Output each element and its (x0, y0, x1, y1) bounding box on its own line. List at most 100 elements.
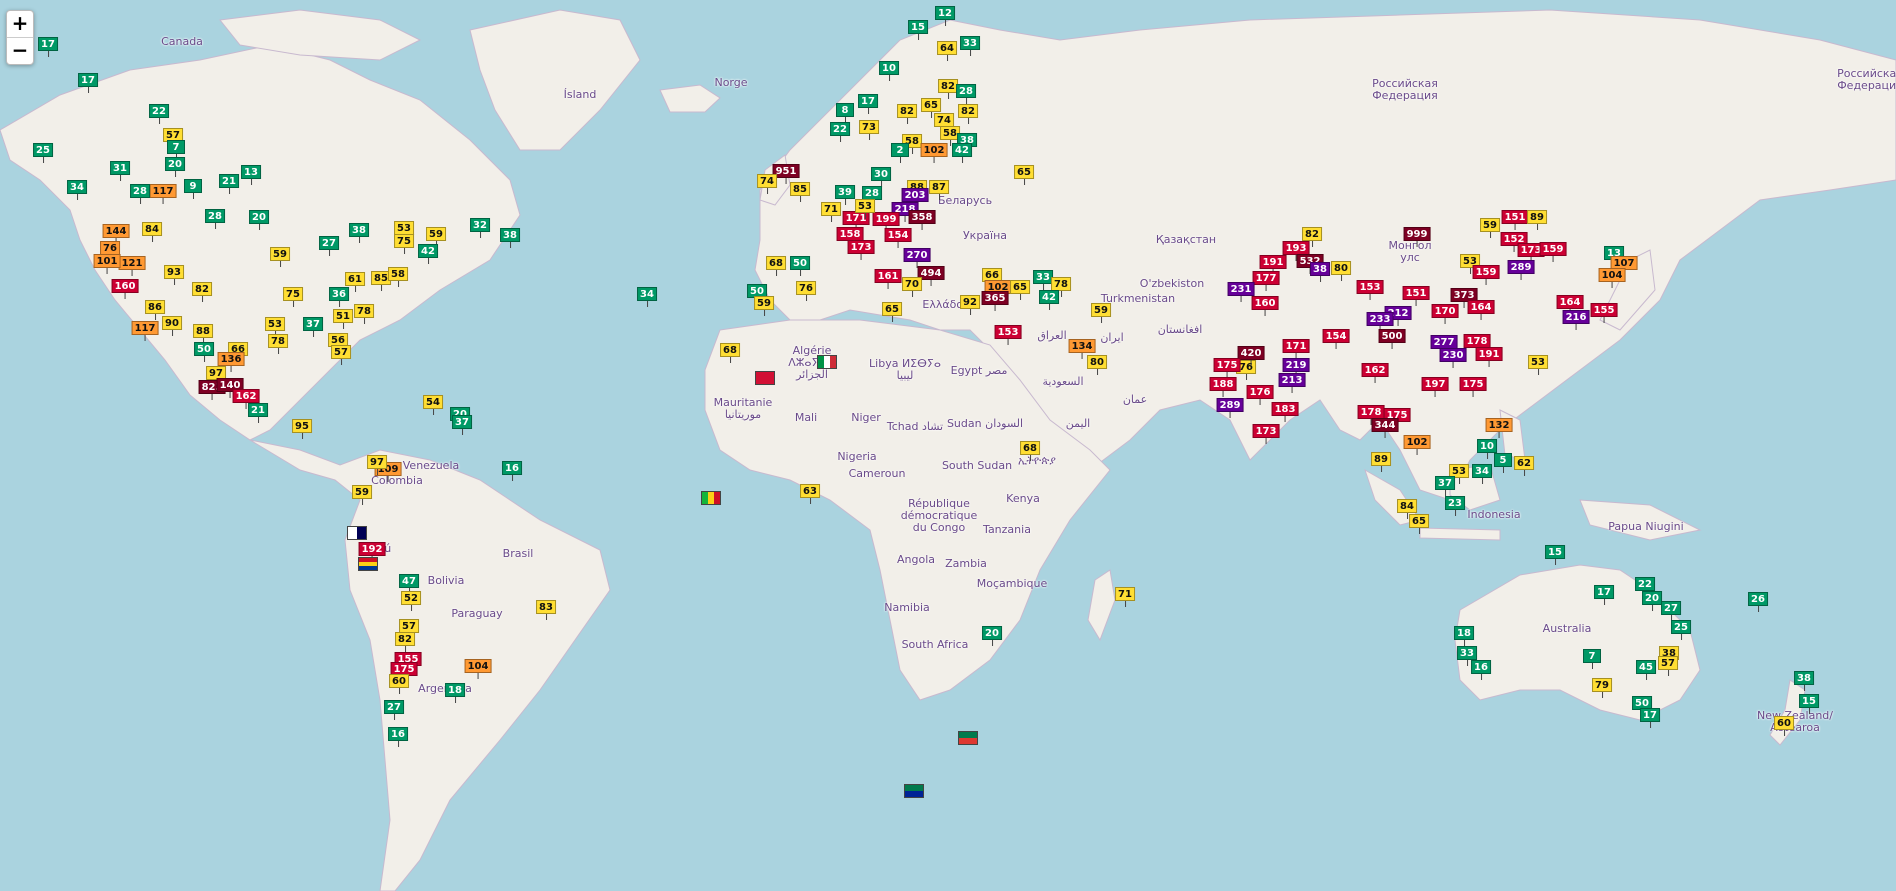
aqi-station-marker[interactable]: 22 (830, 122, 850, 142)
aqi-station-marker[interactable]: 13 (241, 165, 261, 185)
aqi-station-marker[interactable]: 216 (1562, 310, 1590, 330)
aqi-station-marker[interactable]: 64 (937, 41, 957, 61)
aqi-station-marker[interactable]: 76 (796, 281, 816, 301)
map-view[interactable]: Canada Ísland Norge Российская Федерация Рос… (0, 0, 1896, 891)
aqi-station-marker[interactable]: 164 (1467, 300, 1495, 320)
aqi-station-marker[interactable]: 37 (303, 317, 323, 337)
aqi-station-marker[interactable]: 159 (1539, 242, 1567, 262)
aqi-station-marker[interactable]: 193 (1282, 241, 1310, 261)
aqi-station-marker[interactable]: 26 (1748, 592, 1768, 612)
aqi-station-marker[interactable]: 104 (464, 659, 492, 679)
zoom-out-button[interactable]: − (7, 37, 33, 64)
flag-icon[interactable] (904, 784, 924, 798)
aqi-station-marker[interactable]: 170 (1431, 304, 1459, 324)
aqi-station-marker[interactable]: 58 (388, 267, 408, 287)
aqi-station-marker[interactable]: 86 (145, 300, 165, 320)
aqi-station-marker[interactable]: 10 (1477, 439, 1497, 459)
aqi-station-marker[interactable]: 75 (394, 234, 414, 254)
aqi-station-marker[interactable]: 93 (164, 265, 184, 285)
aqi-station-marker[interactable]: 23 (1445, 496, 1465, 516)
aqi-station-marker[interactable]: 50 (790, 256, 810, 276)
aqi-station-marker[interactable]: 132 (1485, 418, 1513, 438)
aqi-station-marker[interactable]: 79 (1592, 678, 1612, 698)
aqi-station-marker[interactable]: 15 (1799, 694, 1819, 714)
aqi-station-marker[interactable]: 82 (938, 79, 958, 99)
aqi-station-marker[interactable]: 75 (283, 287, 303, 307)
aqi-station-marker[interactable]: 192 (358, 542, 386, 562)
flag-icon[interactable] (817, 355, 837, 369)
aqi-station-marker[interactable]: 82 (192, 282, 212, 302)
aqi-station-marker[interactable]: 71 (1115, 587, 1135, 607)
aqi-station-marker[interactable]: 231 (1227, 282, 1255, 302)
aqi-station-marker[interactable]: 15 (908, 20, 928, 40)
aqi-station-marker[interactable]: 34 (1472, 464, 1492, 484)
aqi-station-marker[interactable]: 17 (1640, 708, 1660, 728)
aqi-station-marker[interactable]: 161 (874, 269, 902, 289)
aqi-station-marker[interactable]: 59 (754, 296, 774, 316)
aqi-station-marker[interactable]: 36 (329, 287, 349, 307)
flag-icon[interactable] (347, 526, 367, 540)
aqi-station-marker[interactable]: 28 (205, 209, 225, 229)
aqi-station-marker[interactable]: 62 (1514, 456, 1534, 476)
flag-icon[interactable] (701, 491, 721, 505)
aqi-station-marker[interactable]: 177 (1252, 271, 1280, 291)
aqi-station-marker[interactable]: 16 (502, 461, 522, 481)
aqi-station-marker[interactable]: 27 (319, 236, 339, 256)
aqi-station-marker[interactable]: 134 (1068, 339, 1096, 359)
aqi-station-marker[interactable]: 18 (445, 683, 465, 703)
aqi-station-marker[interactable]: 9 (184, 179, 202, 199)
aqi-station-marker[interactable]: 173 (1252, 424, 1280, 444)
aqi-station-marker[interactable]: 27 (1661, 601, 1681, 621)
aqi-station-marker[interactable]: 7 (167, 140, 185, 160)
aqi-station-marker[interactable]: 80 (1331, 261, 1351, 281)
aqi-station-marker[interactable]: 203 (901, 188, 929, 208)
aqi-station-marker[interactable]: 154 (1322, 329, 1350, 349)
aqi-station-marker[interactable]: 162 (1361, 363, 1389, 383)
aqi-station-marker[interactable]: 42 (952, 143, 972, 163)
aqi-station-marker[interactable]: 277 (1430, 335, 1458, 355)
aqi-station-marker[interactable]: 61 (345, 272, 365, 292)
aqi-station-marker[interactable]: 164 (1556, 295, 1584, 315)
aqi-station-marker[interactable]: 22 (149, 104, 169, 124)
aqi-station-marker[interactable]: 84 (142, 222, 162, 242)
aqi-station-marker[interactable]: 87 (929, 180, 949, 200)
aqi-station-marker[interactable]: 32 (470, 218, 490, 238)
aqi-station-marker[interactable]: 78 (1051, 277, 1071, 297)
aqi-station-marker[interactable]: 65 (1010, 280, 1030, 300)
aqi-station-marker[interactable]: 68 (720, 343, 740, 363)
aqi-station-marker[interactable]: 159 (1472, 265, 1500, 285)
aqi-station-marker[interactable]: 178 (1463, 334, 1491, 354)
aqi-station-marker[interactable]: 171 (1282, 339, 1310, 359)
aqi-station-marker[interactable]: 175 (1459, 377, 1487, 397)
aqi-station-marker[interactable]: 12 (935, 6, 955, 26)
aqi-station-marker[interactable]: 7 (1583, 649, 1601, 669)
aqi-station-marker[interactable]: 160 (111, 279, 139, 299)
aqi-station-marker[interactable]: 38 (500, 228, 520, 248)
aqi-station-marker[interactable]: 191 (1259, 255, 1287, 275)
aqi-station-marker[interactable]: 88 (193, 324, 213, 344)
aqi-station-marker[interactable]: 162 (232, 389, 260, 409)
aqi-station-marker[interactable]: 70 (902, 277, 922, 297)
aqi-station-marker[interactable]: 82 (395, 632, 415, 652)
aqi-station-marker[interactable]: 53 (1528, 355, 1548, 375)
aqi-station-marker[interactable]: 151 (1501, 210, 1529, 230)
aqi-station-marker[interactable]: 28 (862, 186, 882, 206)
aqi-station-marker[interactable]: 176 (1246, 385, 1274, 405)
aqi-station-marker[interactable]: 80 (1087, 355, 1107, 375)
aqi-station-marker[interactable]: 420 (1237, 346, 1265, 366)
aqi-station-marker[interactable]: 51 (333, 309, 353, 329)
aqi-station-marker[interactable]: 59 (352, 485, 372, 505)
aqi-station-marker[interactable]: 52 (401, 591, 421, 611)
aqi-station-marker[interactable]: 500 (1378, 329, 1406, 349)
aqi-station-marker[interactable]: 59 (270, 247, 290, 267)
aqi-station-marker[interactable]: 78 (354, 304, 374, 324)
aqi-station-marker[interactable]: 344 (1371, 418, 1399, 438)
aqi-station-marker[interactable]: 76 (100, 241, 120, 261)
aqi-station-marker[interactable]: 34 (637, 287, 657, 307)
aqi-station-marker[interactable]: 59 (1091, 303, 1111, 323)
aqi-station-marker[interactable]: 8 (836, 103, 854, 123)
aqi-station-marker[interactable]: 160 (1251, 296, 1279, 316)
aqi-station-marker[interactable]: 999 (1403, 227, 1431, 247)
aqi-station-marker[interactable]: 37 (1435, 476, 1455, 496)
aqi-station-marker[interactable]: 197 (1421, 377, 1449, 397)
